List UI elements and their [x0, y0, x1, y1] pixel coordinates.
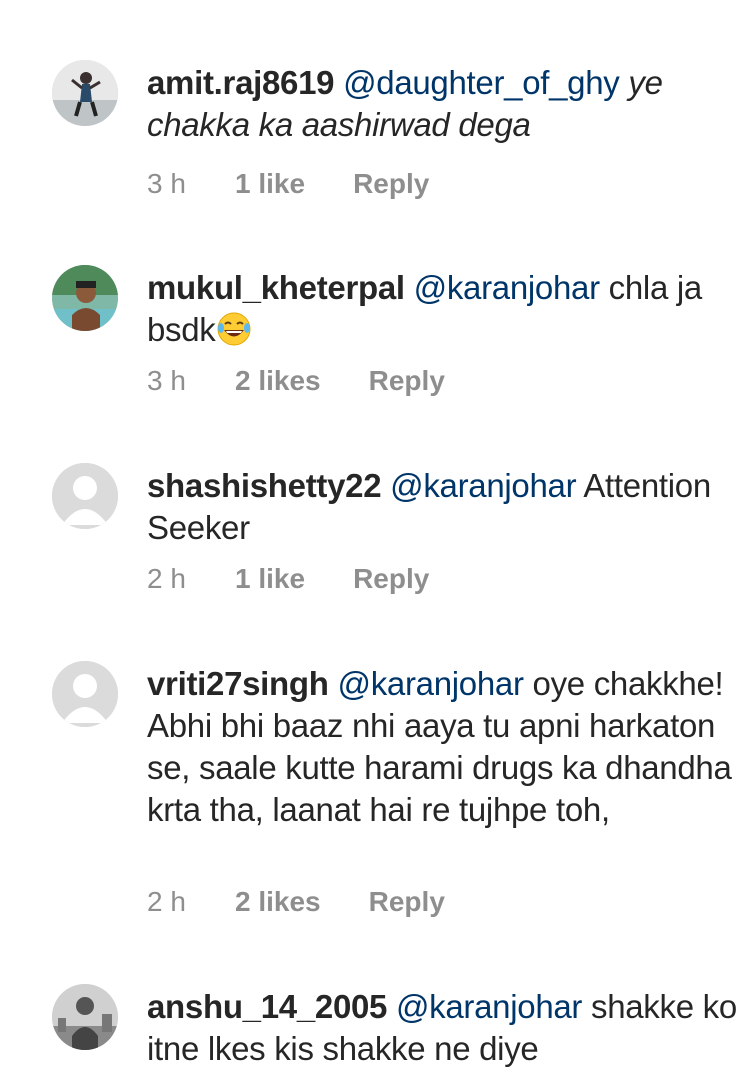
avatar[interactable] [52, 984, 118, 1050]
comment-username[interactable]: amit.raj8619 [147, 64, 335, 101]
comment-likes[interactable]: 2 likes [235, 886, 321, 918]
comment-meta: 3 h 2 likes Reply [147, 365, 445, 397]
comment-mention[interactable]: @karanjohar [396, 988, 582, 1025]
reply-button[interactable]: Reply [353, 168, 429, 200]
comment-time: 2 h [147, 563, 186, 594]
comment-mention[interactable]: @karanjohar [390, 467, 576, 504]
reply-button[interactable]: Reply [353, 563, 429, 595]
comment-time: 3 h [147, 365, 186, 396]
avatar[interactable] [52, 661, 118, 727]
comment-body: mukul_kheterpal @karanjohar chla ja bsdk [147, 267, 737, 351]
comment-body: shashishetty22 @karanjohar Attention See… [147, 465, 737, 549]
comment-likes[interactable]: 1 like [235, 168, 305, 200]
comment-body: anshu_14_2005 @karanjohar shakke ko itne… [147, 986, 737, 1070]
comment-body: amit.raj8619 @daughter_of_ghy ye chakka … [147, 62, 737, 146]
comment-time: 3 h [147, 168, 186, 199]
comment-likes[interactable]: 1 like [235, 563, 305, 595]
comment-time: 2 h [147, 886, 186, 917]
comment-meta: 3 h 1 like Reply [147, 168, 429, 200]
comment-meta: 2 h 1 like Reply [147, 563, 429, 595]
comment-username[interactable]: mukul_kheterpal [147, 269, 405, 306]
comment-mention[interactable]: @daughter_of_ghy [343, 64, 620, 101]
comment-username[interactable]: vriti27singh [147, 665, 329, 702]
comment-body: vriti27singh @karanjohar oye chakkhe! Ab… [147, 663, 737, 831]
avatar[interactable] [52, 265, 118, 331]
reply-button[interactable]: Reply [369, 365, 445, 397]
comment-mention[interactable]: @karanjohar [414, 269, 600, 306]
avatar[interactable] [52, 463, 118, 529]
avatar[interactable] [52, 60, 118, 126]
comment-mention[interactable]: @karanjohar [338, 665, 524, 702]
comment-likes[interactable]: 2 likes [235, 365, 321, 397]
comment-username[interactable]: anshu_14_2005 [147, 988, 387, 1025]
reply-button[interactable]: Reply [369, 886, 445, 918]
comment-username[interactable]: shashishetty22 [147, 467, 382, 504]
laughing-tears-emoji-icon [216, 311, 252, 347]
comment-meta: 2 h 2 likes Reply [147, 886, 445, 918]
